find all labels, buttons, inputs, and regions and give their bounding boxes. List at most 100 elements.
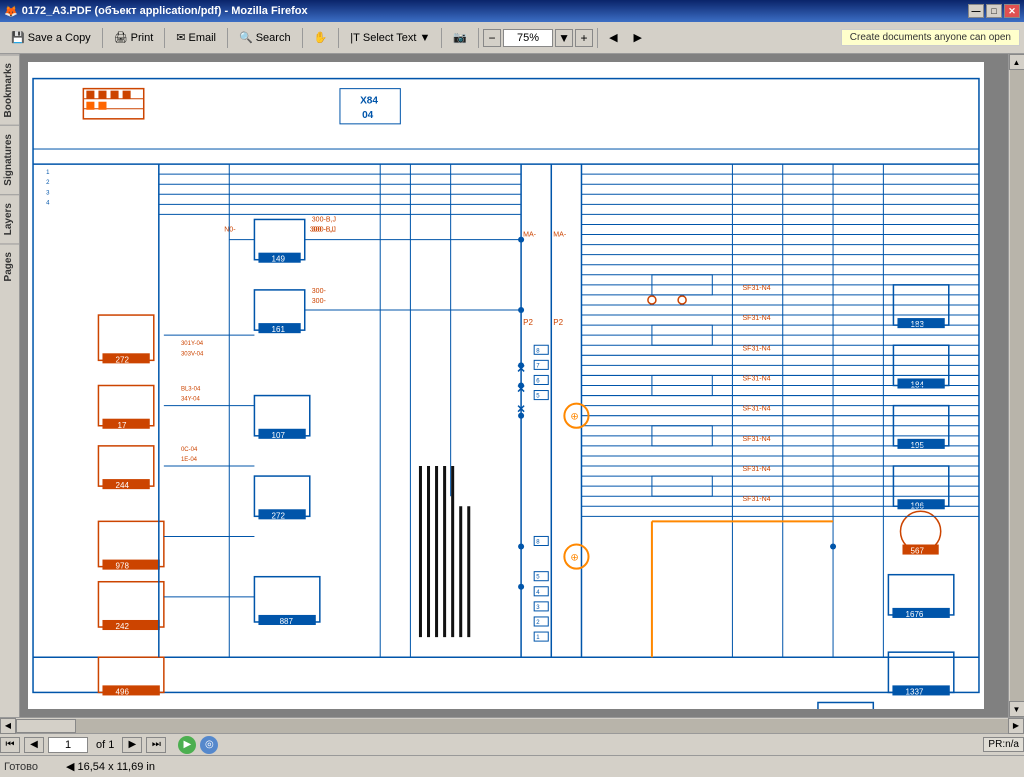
minimize-button[interactable]: — <box>968 4 984 18</box>
back-button[interactable]: ◀ <box>602 26 624 50</box>
browser-icon: 🦊 <box>4 5 18 18</box>
email-icon: ✉ <box>176 31 185 44</box>
page-dimensions: ◀ 16,54 x 11,69 in <box>66 760 155 773</box>
svg-text:N0-: N0- <box>224 227 236 234</box>
svg-text:300-: 300- <box>312 288 327 295</box>
svg-text:P2: P2 <box>523 318 533 327</box>
svg-text:17: 17 <box>118 421 127 430</box>
h-scroll-thumb[interactable] <box>16 719 76 733</box>
svg-text:X84: X84 <box>360 96 378 107</box>
scroll-track[interactable] <box>1010 70 1024 701</box>
pdf-area[interactable]: X84 04 149 N0- 300 -B,J <box>20 54 1008 717</box>
svg-text:04: 04 <box>362 110 374 121</box>
signatures-tab[interactable]: Signatures <box>0 125 19 194</box>
save-icon: 💾 <box>11 31 25 44</box>
svg-text:SF31-N4: SF31-N4 <box>742 285 770 292</box>
dropdown-arrow-icon: ▼ <box>419 32 430 44</box>
scroll-down-button[interactable]: ▼ <box>1009 701 1024 717</box>
page-count: of 1 <box>96 739 114 751</box>
print-button[interactable]: 🖨 Print <box>107 26 161 50</box>
first-page-button[interactable]: ⏮ <box>0 737 20 753</box>
close-button[interactable]: ✕ <box>1004 4 1020 18</box>
pdf-page: X84 04 149 N0- 300 -B,J <box>28 62 984 709</box>
svg-text:SF31-N4: SF31-N4 <box>742 466 770 473</box>
svg-text:⊕: ⊕ <box>570 412 578 423</box>
camera-icon: 📷 <box>453 31 467 44</box>
zoom-control: − 75% ▼ + <box>483 29 593 47</box>
svg-text:SF31-N4: SF31-N4 <box>742 406 770 413</box>
select-text-button[interactable]: |T Select Text ▼ <box>343 26 437 50</box>
last-page-button[interactable]: ⏭ <box>146 737 166 753</box>
svg-text:1337: 1337 <box>906 687 924 696</box>
svg-text:303V-04: 303V-04 <box>181 351 204 357</box>
toolbar-separator-4 <box>302 28 303 48</box>
hand-icon: ✋ <box>314 31 328 44</box>
h-scroll-track[interactable] <box>16 719 1008 733</box>
svg-text:567: 567 <box>911 547 925 556</box>
svg-text:0C-04: 0C-04 <box>181 447 198 453</box>
svg-text:244: 244 <box>116 481 130 490</box>
snapshot-button[interactable]: 📷 <box>446 26 474 50</box>
hand-tool-button[interactable]: ✋ <box>307 26 335 50</box>
prev-page-button[interactable]: ◀ <box>24 737 44 753</box>
layers-tab[interactable]: Layers <box>0 194 19 243</box>
email-button[interactable]: ✉ Email <box>169 26 223 50</box>
promo-text: Create documents anyone can open <box>841 29 1020 46</box>
svg-text:242: 242 <box>116 622 130 631</box>
scroll-left-icon: ◀ <box>66 761 74 773</box>
save-copy-button[interactable]: 💾 Save a Copy <box>4 26 98 50</box>
maximize-button[interactable]: □ <box>986 4 1002 18</box>
svg-text:SF31-N4: SF31-N4 <box>742 345 770 352</box>
horizontal-scrollbar[interactable]: ◀ ▶ <box>0 717 1024 733</box>
svg-text:1676: 1676 <box>906 610 924 619</box>
page-navigation: ⏮ ◀ of 1 ▶ ⏭ ▶ ◎ PR:n/a <box>0 733 1024 755</box>
search-icon: 🔍 <box>239 31 253 44</box>
info-button[interactable]: ◎ <box>200 736 218 754</box>
scroll-left-button[interactable]: ◀ <box>0 718 16 734</box>
page-number-input[interactable] <box>48 737 88 753</box>
play-button[interactable]: ▶ <box>178 736 196 754</box>
svg-text:978: 978 <box>116 562 130 571</box>
bookmarks-tab[interactable]: Bookmarks <box>0 54 19 125</box>
toolbar-separator-3 <box>227 28 228 48</box>
svg-text:34Y-04: 34Y-04 <box>181 397 200 403</box>
wiring-diagram: X84 04 149 N0- 300 -B,J <box>28 62 984 709</box>
svg-text:272: 272 <box>116 355 130 364</box>
dimensions-text: 16,54 x 11,69 in <box>78 761 155 773</box>
svg-text:300-B,J: 300-B,J <box>312 216 336 223</box>
scroll-up-button[interactable]: ▲ <box>1009 54 1024 70</box>
svg-text:272: 272 <box>272 511 286 520</box>
next-page-button[interactable]: ▶ <box>122 737 142 753</box>
window-title: 0172_A3.PDF (объект application/pdf) - M… <box>22 5 308 17</box>
svg-text:107: 107 <box>272 431 286 440</box>
svg-text:300-: 300- <box>312 298 327 305</box>
toolbar: 💾 Save a Copy 🖨 Print ✉ Email 🔍 Search ✋… <box>0 22 1024 54</box>
svg-text:P2: P2 <box>553 318 563 327</box>
svg-text:BL3-04: BL3-04 <box>181 387 201 393</box>
scroll-right-button[interactable]: ▶ <box>1008 718 1024 734</box>
pages-tab[interactable]: Pages <box>0 243 19 289</box>
text-cursor-icon: |T <box>350 32 360 44</box>
print-icon: 🖨 <box>114 31 128 44</box>
svg-text:300-L,L: 300-L,L <box>312 227 336 234</box>
title-bar: 🦊 0172_A3.PDF (объект application/pdf) -… <box>0 0 1024 22</box>
right-scrollbar[interactable]: ▲ ▼ <box>1008 54 1024 717</box>
svg-text:161: 161 <box>272 325 286 334</box>
search-button[interactable]: 🔍 Search <box>232 26 298 50</box>
svg-text:887: 887 <box>280 617 294 626</box>
zoom-level-display: 75% <box>503 29 553 47</box>
svg-text:1E-04: 1E-04 <box>181 457 198 463</box>
svg-text:MA-: MA- <box>523 232 537 239</box>
forward-button[interactable]: ▶ <box>627 26 649 50</box>
svg-text:SF31-N4: SF31-N4 <box>742 375 770 382</box>
svg-text:496: 496 <box>116 687 130 696</box>
zoom-dropdown-button[interactable]: ▼ <box>555 29 573 47</box>
pr-status: PR:n/a <box>983 737 1024 752</box>
zoom-in-button[interactable]: + <box>575 29 593 47</box>
status-ready: Готово <box>4 761 38 773</box>
zoom-out-button[interactable]: − <box>483 29 501 47</box>
status-bar: Готово ◀ 16,54 x 11,69 in <box>0 755 1024 777</box>
svg-text:MA-: MA- <box>553 232 567 239</box>
toolbar-separator-5 <box>338 28 339 48</box>
svg-text:SF31-N4: SF31-N4 <box>742 315 770 322</box>
